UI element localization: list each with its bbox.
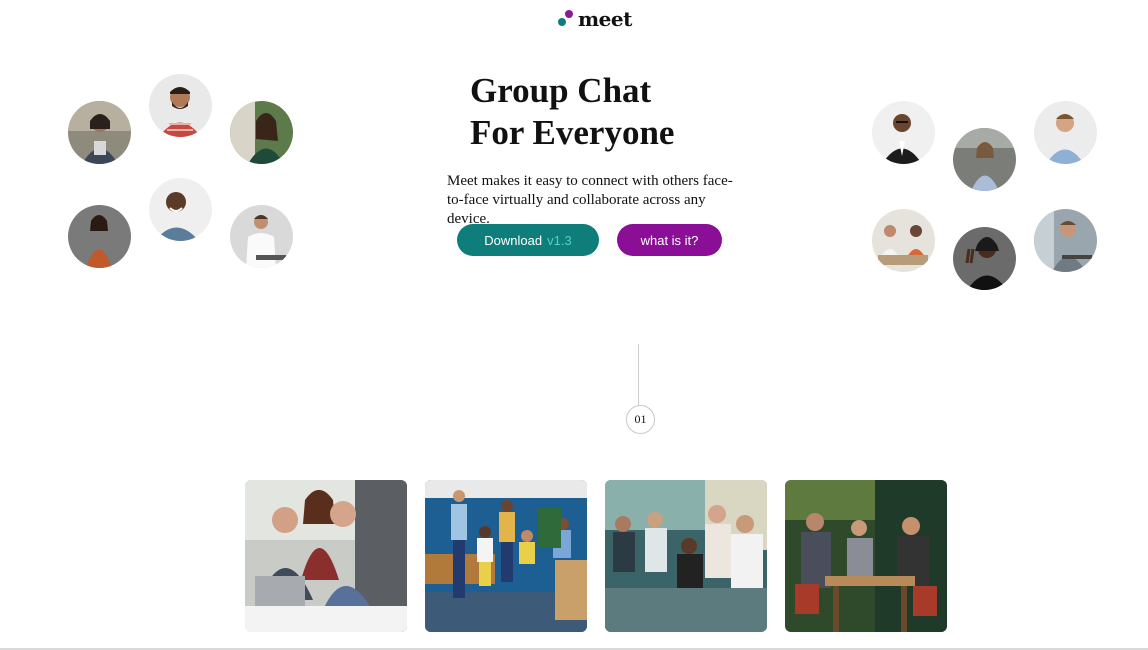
avatar-woman-peace: [953, 227, 1016, 290]
photo-cafe-meeting: [785, 480, 947, 632]
avatar-woman-orange: [68, 205, 131, 268]
hero-description: Meet makes it easy to connect with other…: [447, 173, 733, 227]
timeline-line: [638, 344, 639, 406]
hero-title-line2: For Everyone: [470, 113, 675, 152]
download-button-label: Download: [484, 232, 543, 248]
brand-name: meet: [578, 7, 632, 31]
avatar-man-white-shirt: [230, 205, 293, 268]
logo-dots-icon: [558, 10, 574, 30]
avatar-man-plaid: [149, 74, 212, 137]
avatar-man-blue-shirt: [1034, 101, 1097, 164]
hero-title-line1: Group Chat: [470, 71, 652, 110]
photo-meeting-laptop: [245, 480, 407, 632]
what-is-it-button[interactable]: what is it?: [617, 224, 722, 256]
photo-boardroom: [605, 480, 767, 632]
avatar-woman-tablet: [68, 101, 131, 164]
avatar-group-dining: [872, 209, 935, 272]
avatar-man-glasses: [872, 101, 935, 164]
avatar-man-smiling: [149, 178, 212, 241]
photo-team-lounge: [425, 480, 587, 632]
download-button[interactable]: Download v1.3: [457, 224, 599, 256]
step-indicator: 01: [626, 405, 655, 434]
download-version: v1.3: [547, 232, 572, 248]
avatar-man-office: [1034, 209, 1097, 272]
avatar-woman-office: [953, 128, 1016, 191]
hero-title: Group Chat For Everyone: [470, 70, 674, 154]
avatar-woman-green: [230, 101, 293, 164]
